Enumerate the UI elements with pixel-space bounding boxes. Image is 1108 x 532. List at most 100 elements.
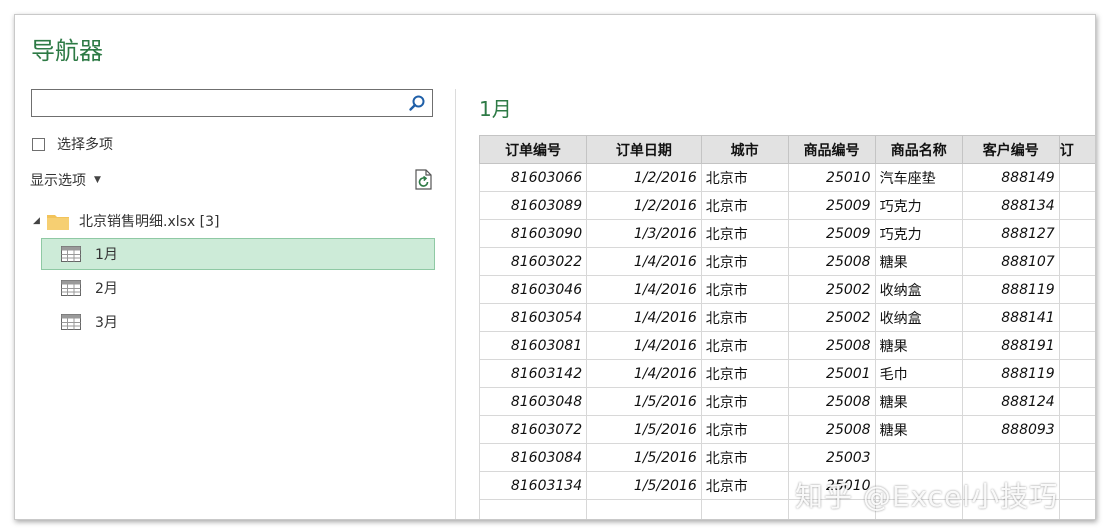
table-cell: 北京市	[700, 387, 789, 416]
table-cell-clipped	[1058, 219, 1095, 248]
dialog-title: 导航器	[31, 37, 103, 65]
table-cell: 北京市	[700, 359, 789, 388]
table-cell: 81603142	[479, 359, 588, 388]
table-row: 81603072 1/5/2016 北京市 25008 糖果 888093	[479, 415, 1095, 444]
table-cell: 北京市	[700, 247, 789, 276]
preview-grid[interactable]: 订单编号 订单日期 城市 商品编号 商品名称 客户编号 订 81603066 1/…	[479, 135, 1095, 519]
table-cell: 25008	[787, 415, 876, 444]
navigator-tree: ◢ 北京销售明细.xlsx [3] 1月 2月 3月	[33, 207, 437, 331]
table-cell: 25008	[787, 387, 876, 416]
table-row: 81603046 1/4/2016 北京市 25002 收纳盒 888119	[479, 275, 1095, 304]
search-icon[interactable]	[408, 94, 426, 112]
table-cell: 北京市	[700, 443, 789, 472]
table-cell: 北京市	[700, 303, 789, 332]
table-row: 81603142 1/4/2016 北京市 25001 毛巾 888119	[479, 359, 1095, 388]
table-cell: 888119	[961, 275, 1060, 304]
table-cell: 北京市	[700, 471, 789, 500]
table-cell-clipped	[1058, 191, 1095, 220]
table-cell: 1/2/2016	[586, 163, 702, 192]
column-header[interactable]: 城市	[700, 135, 789, 164]
table-cell: 北京市	[700, 191, 789, 220]
table-cell-clipped	[1058, 387, 1095, 416]
tree-item-label: 1月	[95, 247, 118, 263]
table-cell	[874, 443, 963, 472]
table-cell: 1/5/2016	[586, 471, 702, 500]
table-cell: 25002	[787, 275, 876, 304]
table-cell: 81603090	[479, 219, 588, 248]
table-row: 81603066 1/2/2016 北京市 25010 汽车座垫 888149	[479, 163, 1095, 192]
navigator-dialog: 导航器 选择多项 显示选项 ▼ ◢ 北京销售明细.xlsx [3] 1月 2月 …	[14, 14, 1096, 520]
column-header[interactable]: 订	[1058, 135, 1095, 164]
table-cell: 糖果	[874, 247, 963, 276]
table-cell: 81603046	[479, 275, 588, 304]
table-cell-clipped	[1058, 359, 1095, 388]
table-cell-clipped	[1058, 247, 1095, 276]
tree-item-label: 2月	[95, 281, 118, 297]
select-multiple-option[interactable]: 选择多项	[32, 134, 113, 154]
select-multiple-checkbox[interactable]	[32, 137, 45, 151]
column-header[interactable]: 客户编号	[961, 135, 1060, 164]
watermark: 知乎 @Excel小技巧	[795, 480, 1059, 513]
table-cell: 汽车座垫	[874, 163, 963, 192]
sheet-icon	[61, 280, 81, 296]
table-cell: 25010	[787, 163, 876, 192]
expand-arrow-icon[interactable]: ◢	[33, 216, 47, 226]
table-header-row: 订单编号 订单日期 城市 商品编号 商品名称 客户编号 订	[479, 135, 1095, 164]
table-cell: 81603072	[479, 415, 588, 444]
table-cell	[586, 499, 702, 519]
column-header[interactable]: 订单编号	[479, 135, 588, 164]
table-cell: 北京市	[700, 415, 789, 444]
table-cell-clipped	[1058, 303, 1095, 332]
table-cell: 北京市	[700, 219, 789, 248]
table-cell: 25008	[787, 331, 876, 360]
display-options-dropdown[interactable]: 显示选项 ▼	[30, 170, 101, 190]
table-row: 81603048 1/5/2016 北京市 25008 糖果 888124	[479, 387, 1095, 416]
search-input[interactable]	[36, 91, 400, 117]
table-cell: 收纳盒	[874, 275, 963, 304]
table-cell: 北京市	[700, 331, 789, 360]
table-cell-clipped	[1058, 499, 1095, 519]
table-cell-clipped	[1058, 443, 1095, 472]
column-header[interactable]: 商品名称	[874, 135, 963, 164]
tree-item-label: 3月	[95, 315, 118, 331]
table-cell: 888119	[961, 359, 1060, 388]
table-cell: 25008	[787, 247, 876, 276]
table-row: 81603084 1/5/2016 北京市 25003	[479, 443, 1095, 472]
table-cell: 81603066	[479, 163, 588, 192]
table-cell: 1/4/2016	[586, 303, 702, 332]
tree-root-label: 北京销售明细.xlsx [3]	[79, 214, 220, 230]
table-cell	[479, 499, 588, 519]
tree-root-workbook[interactable]: ◢ 北京销售明细.xlsx [3]	[33, 207, 437, 235]
column-header[interactable]: 商品编号	[787, 135, 876, 164]
table-cell: 888124	[961, 387, 1060, 416]
table-cell: 1/2/2016	[586, 191, 702, 220]
table-cell: 毛巾	[874, 359, 963, 388]
preview-title: 1月	[479, 97, 512, 121]
refresh-icon[interactable]	[413, 168, 435, 192]
table-cell: 糖果	[874, 331, 963, 360]
table-cell: 81603081	[479, 331, 588, 360]
table-cell: 81603022	[479, 247, 588, 276]
table-cell: 北京市	[700, 275, 789, 304]
table-cell: 25009	[787, 191, 876, 220]
table-cell: 81603084	[479, 443, 588, 472]
table-cell: 25003	[787, 443, 876, 472]
tree-item-sheet-1[interactable]: 1月	[41, 238, 435, 270]
table-cell: 888149	[961, 163, 1060, 192]
table-cell: 1/4/2016	[586, 247, 702, 276]
table-cell: 1/4/2016	[586, 359, 702, 388]
table-row: 81603022 1/4/2016 北京市 25008 糖果 888107	[479, 247, 1095, 276]
table-cell: 25001	[787, 359, 876, 388]
search-field[interactable]	[31, 89, 433, 117]
tree-item-sheet-2[interactable]: 2月	[41, 272, 435, 304]
table-cell: 888134	[961, 191, 1060, 220]
table-cell: 81603054	[479, 303, 588, 332]
tree-item-sheet-3[interactable]: 3月	[41, 306, 435, 338]
sheet-icon	[61, 314, 81, 330]
table-cell	[700, 499, 789, 519]
table-cell: 巧克力	[874, 191, 963, 220]
column-header[interactable]: 订单日期	[586, 135, 702, 164]
table-cell-clipped	[1058, 163, 1095, 192]
table-cell	[961, 443, 1060, 472]
table-cell: 81603089	[479, 191, 588, 220]
